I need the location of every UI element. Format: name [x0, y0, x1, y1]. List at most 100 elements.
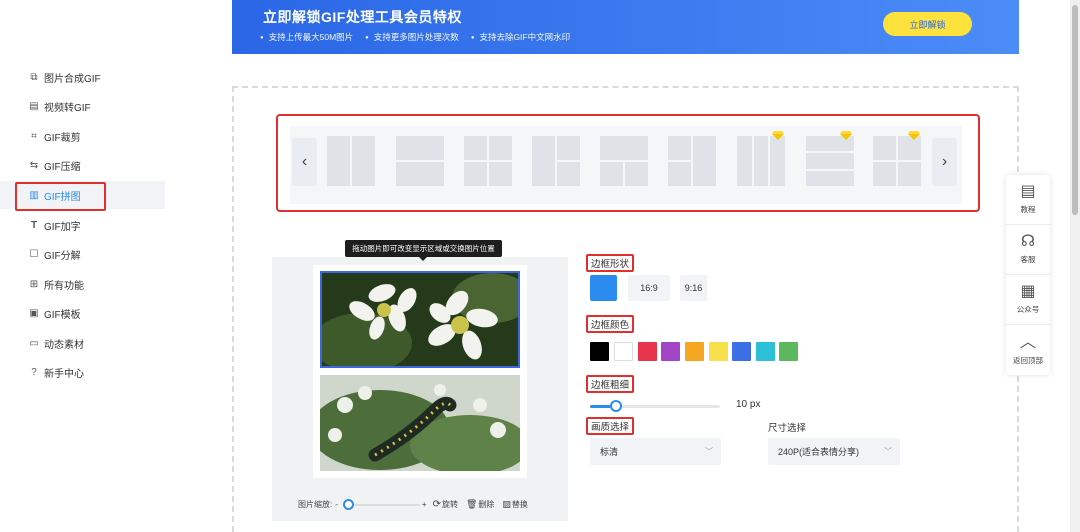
border-shape-label: 边框形状 [586, 254, 635, 272]
prev-template-button[interactable]: ‹ [292, 138, 317, 186]
quality-select[interactable]: 标清 ﹀ [590, 438, 721, 465]
color-swatch-green[interactable] [779, 342, 798, 361]
quality-label: 画质选择 [586, 417, 635, 435]
sidebar-item-gif-text[interactable]: T GIF加字 [0, 211, 165, 239]
layers-icon: ⧉ [30, 71, 38, 83]
template-left-tall[interactable] [532, 136, 580, 186]
sidebar-item-all-functions[interactable]: ⊞ 所有功能 [0, 270, 165, 298]
sidebar-item-label: GIF模板 [44, 309, 81, 321]
tool-label: 教程 [1020, 205, 1036, 214]
template-right-tall[interactable] [668, 136, 716, 186]
sidebar-item-label: GIF分解 [44, 250, 81, 262]
color-swatch-orange[interactable] [685, 342, 704, 361]
sidebar-item-beginner-center[interactable]: ? 新手中心 [0, 358, 165, 386]
border-color-label: 边框颜色 [586, 315, 635, 333]
qrcode-icon: ▦ [1020, 283, 1036, 300]
color-swatch-red[interactable] [638, 342, 657, 361]
active-item-highlight [15, 182, 106, 211]
sidebar-item-gif-compress[interactable]: ⇆ GIF压缩 [0, 151, 165, 179]
chevron-down-icon: ﹀ [705, 447, 713, 456]
folder-icon: ▭ [29, 337, 39, 349]
customer-service-button[interactable]: ☊ 客服 [1006, 225, 1050, 275]
template-mixed-grid[interactable] [873, 136, 921, 186]
drag-tooltip: 拖动图片即可改变显示区域或交换图片位置 [345, 240, 502, 261]
template-two-columns[interactable] [327, 136, 375, 186]
chevron-down-icon: ﹀ [884, 447, 892, 456]
border-width-slider-handle[interactable] [610, 400, 622, 412]
sidebar-item-video-to-gif[interactable]: ▤ 视频转GIF [0, 92, 165, 120]
sidebar-item-label: GIF加字 [44, 221, 81, 233]
back-to-top-button[interactable]: ︿ 返回顶部 [1006, 325, 1050, 375]
diamond-icon [908, 131, 920, 140]
zoom-slider-track[interactable] [345, 504, 420, 506]
template-top-wide[interactable] [600, 136, 648, 186]
zoom-in-button[interactable]: + [422, 500, 427, 509]
quality-select-value: 标清 [600, 447, 619, 457]
rotate-button[interactable]: ⟳ 旋转 [433, 499, 458, 510]
banner-feature: 支持上传最大50M图片 [260, 31, 354, 43]
vip-banner: 立即解锁GIF处理工具会员特权 支持上传最大50M图片 支持更多图片处理次数 支… [232, 0, 1019, 54]
size-label: 尺寸选择 [768, 423, 807, 434]
banner-features: 支持上传最大50M图片 支持更多图片处理次数 支持去除GIF中文网水印 [260, 31, 570, 43]
diamond-icon [772, 131, 784, 140]
banner-feature: 支持更多图片处理次数 [365, 31, 459, 43]
color-swatch-black[interactable] [590, 342, 609, 361]
apps-icon: ⊞ [29, 278, 39, 290]
image-icon: ▨ [502, 498, 511, 509]
diamond-icon [840, 131, 852, 140]
color-swatch-purple[interactable] [661, 342, 680, 361]
sidebar-item-label: GIF裁剪 [44, 132, 81, 144]
crop-icon: ⌗ [31, 130, 37, 142]
sidebar: ⧉ 图片合成GIF ▤ 视频转GIF ⌗ GIF裁剪 ⇆ GIF压缩 ▥ GIF… [0, 0, 165, 532]
sidebar-item-label: 视频转GIF [44, 102, 91, 114]
color-swatch-cyan[interactable] [756, 342, 775, 361]
official-account-button[interactable]: ▦ 公众号 [1006, 275, 1050, 325]
tool-label: 返回顶部 [1013, 355, 1043, 365]
template-icon: ▣ [29, 307, 39, 319]
color-swatch-blue[interactable] [732, 342, 751, 361]
sidebar-item-gif-split[interactable]: ☐ GIF分解 [0, 240, 165, 268]
document-icon: ▤ [1020, 183, 1036, 200]
tool-label: 公众号 [1016, 305, 1040, 314]
border-width-label: 边框粗细 [586, 375, 635, 393]
replace-label: 替换 [511, 499, 528, 509]
color-swatch-yellow[interactable] [709, 342, 728, 361]
chevron-up-icon: ︿ [1019, 333, 1036, 351]
zoom-slider-handle[interactable] [343, 499, 354, 510]
tutorial-button[interactable]: ▤ 教程 [1006, 175, 1050, 225]
collage-image-caterpillar[interactable] [320, 375, 520, 471]
template-three-columns[interactable] [737, 136, 785, 186]
template-grid-2x2[interactable] [464, 136, 512, 186]
next-template-button[interactable]: › [932, 138, 957, 186]
zoom-out-button[interactable]: - [335, 500, 338, 509]
tool-label: 客服 [1020, 255, 1036, 264]
ratio-option-9-16[interactable]: 9:16 [680, 275, 707, 301]
sidebar-item-label: 所有功能 [44, 280, 84, 292]
template-three-rows[interactable] [806, 136, 854, 186]
video-icon: ▤ [29, 100, 39, 112]
delete-button[interactable]: 🗑 删除 [466, 499, 494, 510]
ratio-option-16-9[interactable]: 16:9 [628, 275, 670, 301]
unlock-button[interactable]: 立即解锁 [883, 12, 972, 36]
banner-feature: 支持去除GIF中文网水印 [471, 31, 570, 43]
help-circle-icon: ? [31, 366, 37, 378]
replace-button[interactable]: ▨ 替换 [502, 499, 528, 510]
border-width-value: 10 px [736, 399, 761, 410]
size-select[interactable]: 240P(适合表情分享) ﹀ [768, 438, 900, 465]
ratio-option-square[interactable] [590, 275, 617, 301]
sidebar-item-dynamic-material[interactable]: ▭ 动态素材 [0, 329, 165, 357]
sidebar-item-gif-template[interactable]: ▣ GIF模板 [0, 299, 165, 327]
split-icon: ☐ [29, 248, 39, 260]
sidebar-item-gif-crop[interactable]: ⌗ GIF裁剪 [0, 122, 165, 150]
zoom-toolbar: 图片缩放: - + ⟳ 旋转 🗑 删除 ▨ 替换 [298, 497, 558, 511]
sidebar-item-label: 新手中心 [44, 368, 84, 380]
zoom-label: 图片缩放: [298, 499, 333, 509]
collage-image-flowers[interactable] [320, 271, 520, 368]
sidebar-item-label: 动态素材 [44, 339, 84, 351]
color-swatch-white[interactable] [614, 342, 633, 361]
sidebar-item-label: GIF压缩 [44, 161, 81, 173]
sidebar-item-image-to-gif[interactable]: ⧉ 图片合成GIF [0, 63, 165, 91]
sidebar-item-label: 图片合成GIF [44, 73, 101, 85]
template-two-rows[interactable] [396, 136, 444, 186]
page-scrollbar-thumb[interactable] [1072, 5, 1078, 215]
